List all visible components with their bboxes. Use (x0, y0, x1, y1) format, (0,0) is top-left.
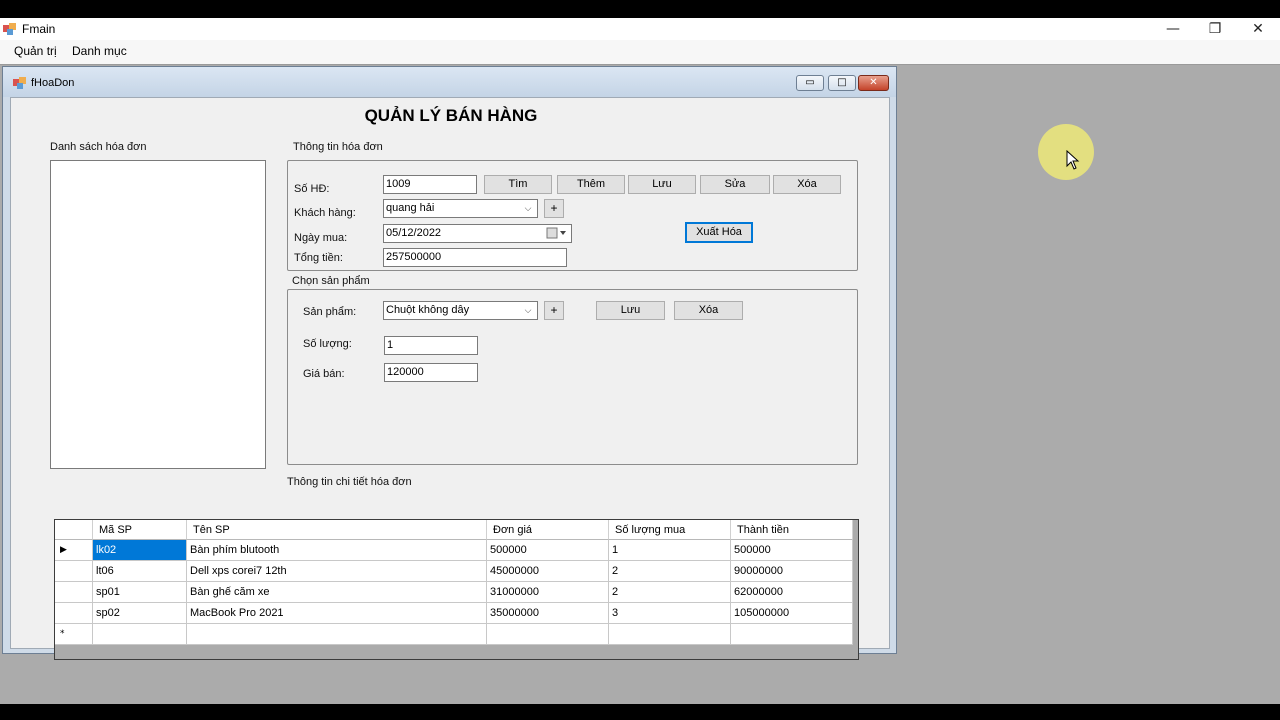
child-close-button[interactable]: ✕ (858, 75, 889, 91)
table-cell-don-gia[interactable]: 500000 (487, 540, 609, 561)
restore-button[interactable]: ❐ (1193, 18, 1237, 40)
table-cell-ten-sp[interactable]: Dell xps corei7 12th (187, 561, 487, 582)
row-header-current-icon[interactable]: ▶ (55, 540, 93, 561)
child-title-bar[interactable]: fHoaDon ▭ □ ✕ (3, 67, 896, 97)
invoice-details-grid[interactable]: Mã SP Tên SP Đơn giá Số lượng mua Thành … (54, 519, 859, 660)
product-group-label: Chọn sản phẩm (292, 275, 370, 287)
so-luong-input[interactable]: 1 (384, 336, 478, 355)
so-hd-input[interactable]: 1009 (383, 175, 477, 194)
row-header[interactable] (55, 561, 93, 582)
row-header[interactable] (55, 582, 93, 603)
invoice-info-label: Thông tin hóa đơn (293, 141, 383, 153)
column-header-ma-sp[interactable]: Mã SP (93, 520, 187, 540)
column-header-don-gia[interactable]: Đơn giá (487, 520, 609, 540)
grid-corner-header (55, 520, 93, 540)
calendar-dropdown-icon[interactable] (546, 227, 568, 240)
page-title: QUẢN LÝ BÁN HÀNG (364, 106, 538, 125)
so-luong-label: Số lượng: (303, 338, 352, 350)
sua-button[interactable]: Sửa (700, 175, 770, 194)
luu-product-button[interactable]: Lưu (596, 301, 665, 320)
screen: Fmain — ❐ ✕ Quản trị Danh mục fHoaDon ▭ … (0, 0, 1280, 720)
khach-hang-label: Khách hàng: (294, 207, 356, 219)
luu-invoice-button[interactable]: Lưu (628, 175, 696, 194)
san-pham-label: Sản phẩm: (303, 306, 357, 318)
invoice-listbox[interactable] (50, 160, 266, 469)
menu-danh-muc[interactable]: Danh mục (70, 44, 129, 58)
form-client: QUẢN LÝ BÁN HÀNG Danh sách hóa đơn Thông… (10, 97, 890, 660)
san-pham-value: Chuột không dây (386, 304, 470, 316)
main-title-bar[interactable]: Fmain — ❐ ✕ (0, 18, 1280, 40)
column-header-so-luong-mua[interactable]: Số lượng mua (609, 520, 731, 540)
table-cell-so-luong[interactable]: 3 (609, 603, 731, 624)
table-cell-ma-sp[interactable]: lt06 (93, 561, 187, 582)
new-row-header[interactable]: * (55, 624, 93, 645)
table-cell-so-luong[interactable]: 2 (609, 582, 731, 603)
ngay-mua-label: Ngày mua: (294, 232, 348, 244)
table-cell-don-gia[interactable]: 35000000 (487, 603, 609, 624)
table-cell-thanh-tien[interactable]: 105000000 (731, 603, 853, 624)
new-row-cell[interactable] (93, 624, 187, 645)
menu-bar: Quản trị Danh mục (0, 40, 1280, 64)
san-pham-combobox[interactable]: Chuột không dây ⌵ (383, 301, 538, 320)
tong-tien-input[interactable]: 257500000 (383, 248, 567, 267)
xoa-product-button[interactable]: Xóa (674, 301, 743, 320)
so-hd-label: Số HĐ: (294, 183, 330, 195)
child-minimize-button[interactable]: ▭ (796, 75, 824, 91)
new-row-cell[interactable] (487, 624, 609, 645)
gia-ban-label: Giá bán: (303, 368, 345, 380)
close-button[interactable]: ✕ (1236, 18, 1280, 40)
xuat-hoa-button[interactable]: Xuất Hóa (685, 222, 753, 243)
table-cell-ten-sp[interactable]: Bàn phím blutooth (187, 540, 487, 561)
new-row-cell[interactable] (731, 624, 853, 645)
menu-quan-tri[interactable]: Quản trị (12, 44, 59, 58)
new-row-cell[interactable] (187, 624, 487, 645)
table-cell-thanh-tien[interactable]: 500000 (731, 540, 853, 561)
child-window-title: fHoaDon (31, 77, 75, 89)
invoice-list-label: Danh sách hóa đơn (50, 141, 147, 153)
ngay-mua-value: 05/12/2022 (386, 227, 442, 239)
table-cell-so-luong[interactable]: 2 (609, 561, 731, 582)
chevron-down-icon[interactable]: ⌵ (522, 203, 534, 215)
khach-hang-value: quang hải (386, 202, 435, 214)
column-header-ten-sp[interactable]: Tên SP (187, 520, 487, 540)
app-icon (3, 23, 16, 35)
new-row-cell[interactable] (609, 624, 731, 645)
table-cell-ma-sp[interactable]: sp01 (93, 582, 187, 603)
table-cell-so-luong[interactable]: 1 (609, 540, 731, 561)
table-cell-ma-sp[interactable]: lk02 (93, 540, 187, 561)
add-product-button[interactable]: + (544, 301, 564, 320)
xoa-invoice-button[interactable]: Xóa (773, 175, 841, 194)
khach-hang-combobox[interactable]: quang hải ⌵ (383, 199, 538, 218)
child-window-fhoadon: fHoaDon ▭ □ ✕ QUẢN LÝ BÁN HÀNG Danh sách… (2, 66, 897, 660)
product-group (287, 289, 858, 465)
main-window-title: Fmain (22, 22, 56, 36)
table-cell-ten-sp[interactable]: Bàn ghế căm xe (187, 582, 487, 603)
form-icon (13, 77, 26, 89)
gia-ban-input[interactable]: 120000 (384, 363, 478, 382)
table-cell-don-gia[interactable]: 31000000 (487, 582, 609, 603)
details-label: Thông tin chi tiết hóa đơn (287, 476, 412, 488)
them-button[interactable]: Thêm (557, 175, 625, 194)
table-cell-don-gia[interactable]: 45000000 (487, 561, 609, 582)
mouse-cursor-icon (1066, 150, 1080, 170)
table-cell-thanh-tien[interactable]: 62000000 (731, 582, 853, 603)
tim-button[interactable]: Tìm (484, 175, 552, 194)
add-customer-button[interactable]: + (544, 199, 564, 218)
chevron-down-icon[interactable]: ⌵ (522, 305, 534, 317)
column-header-thanh-tien[interactable]: Thành tiền (731, 520, 853, 540)
table-cell-thanh-tien[interactable]: 90000000 (731, 561, 853, 582)
ngay-mua-datepicker[interactable]: 05/12/2022 (383, 224, 572, 243)
row-header[interactable] (55, 603, 93, 624)
bottom-letterbox (0, 704, 1280, 720)
child-maximize-button[interactable]: □ (828, 75, 856, 91)
table-cell-ten-sp[interactable]: MacBook Pro 2021 (187, 603, 487, 624)
minimize-button[interactable]: — (1151, 18, 1195, 40)
table-cell-ma-sp[interactable]: sp02 (93, 603, 187, 624)
tong-tien-label: Tổng tiền: (294, 252, 343, 264)
